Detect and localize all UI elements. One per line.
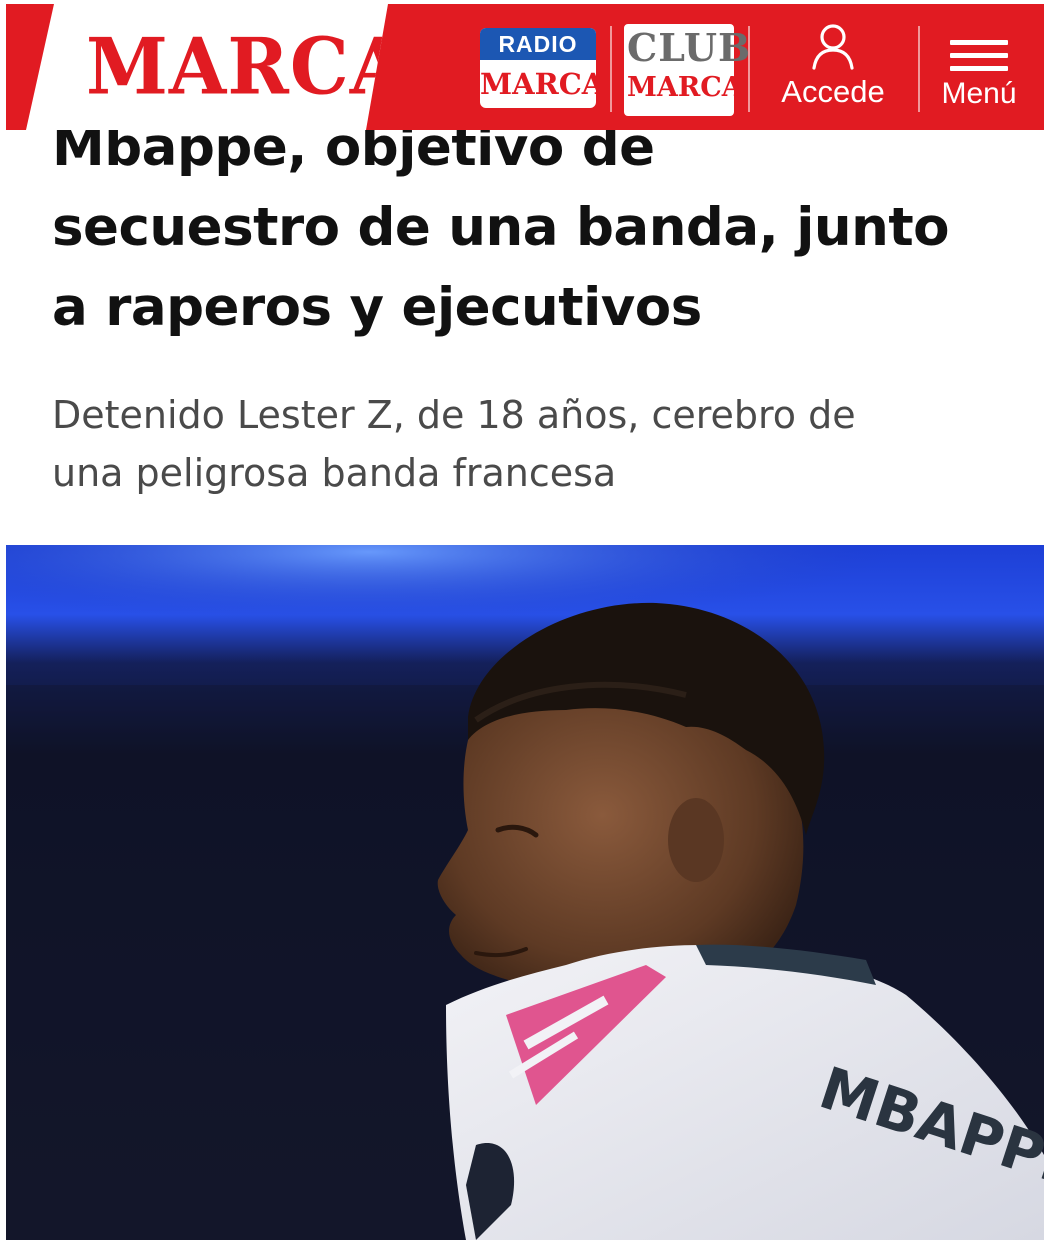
menu-button[interactable]: Menú	[924, 34, 1034, 124]
header-divider	[748, 26, 750, 112]
subtitle-line: una peligrosa banda francesa	[52, 451, 617, 495]
marca-logo: MARCA	[86, 21, 409, 113]
site-header: MARCA RADIO MARCA CLUB MARCA Accede Menú	[6, 4, 1044, 130]
user-icon	[812, 24, 854, 70]
article-page: Mbappe, objetivo de secuestro de una ban…	[6, 0, 1044, 1240]
header-divider	[918, 26, 920, 112]
login-label: Accede	[781, 74, 885, 109]
article-photo[interactable]: MBAPPÉ	[6, 545, 1044, 1240]
hamburger-icon	[950, 40, 1008, 71]
article-subtitle: Detenido Lester Z, de 18 años, cerebro d…	[52, 386, 1012, 502]
headline-line: secuestro de una banda, junto	[52, 197, 950, 258]
logo-link[interactable]: MARCA	[26, 4, 388, 130]
subtitle-line: Detenido Lester Z, de 18 años, cerebro d…	[52, 393, 856, 437]
login-button[interactable]: Accede	[766, 22, 900, 118]
headline-line: a raperos y ejecutivos	[52, 277, 702, 338]
radio-marca-link[interactable]: RADIO MARCA	[480, 28, 596, 108]
player-photo: MBAPPÉ	[6, 545, 1044, 1240]
radio-label: RADIO	[480, 28, 596, 60]
header-divider	[610, 26, 612, 112]
club-marca-link[interactable]: CLUB MARCA	[624, 24, 752, 116]
menu-label: Menú	[941, 77, 1017, 110]
article-headline: Mbappe, objetivo de secuestro de una ban…	[52, 108, 1032, 348]
radio-brand-label: MARCA	[480, 67, 596, 101]
club-brand-label: MARCA	[627, 72, 743, 103]
club-label: CLUB	[627, 25, 752, 70]
